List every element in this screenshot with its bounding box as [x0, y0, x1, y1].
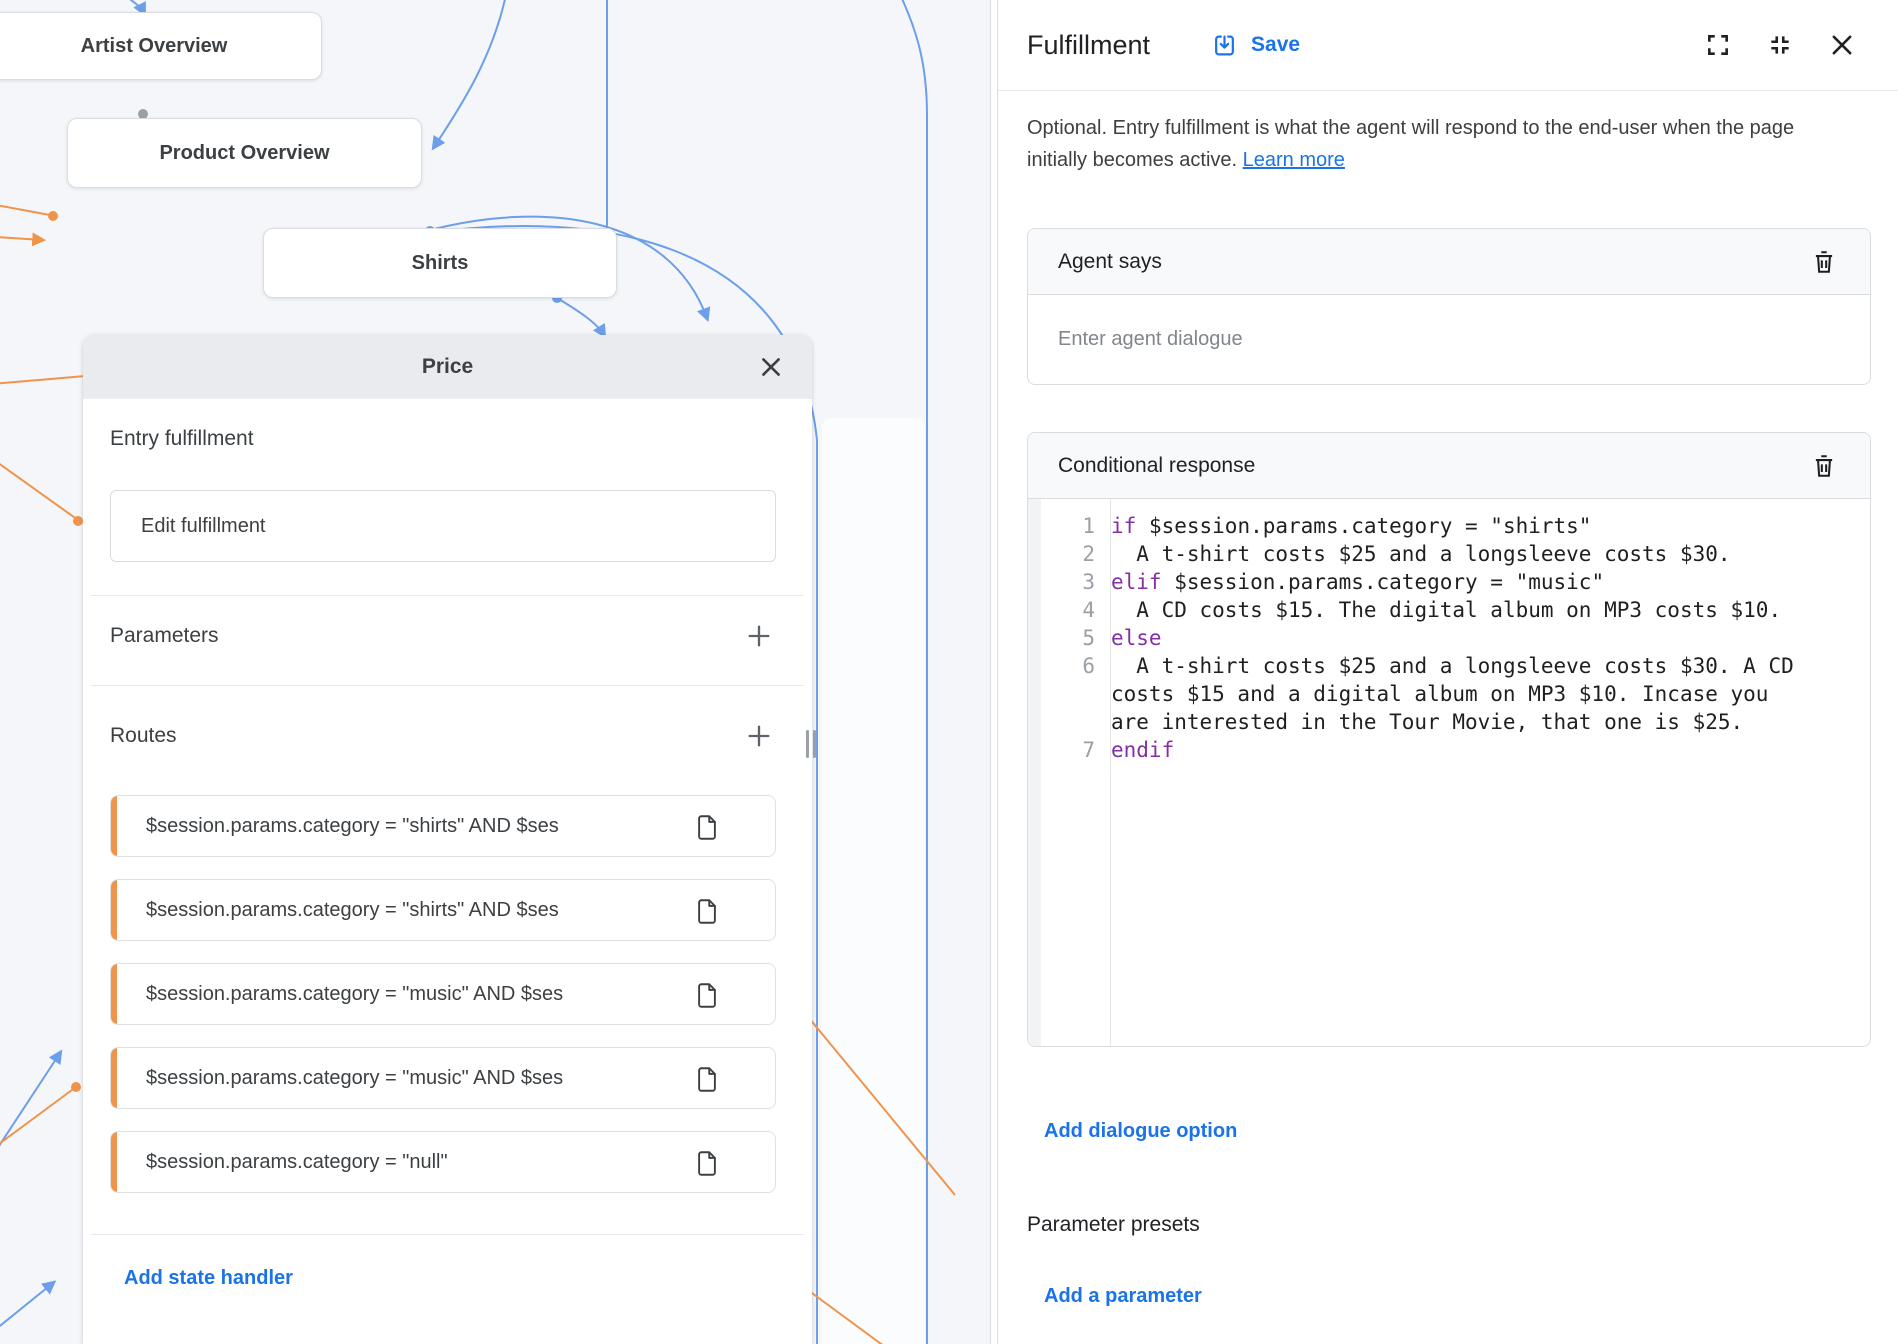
route-condition-item[interactable]: $session.params.category = "music" AND $… [110, 1047, 776, 1109]
code-line: 7endif [1028, 736, 1870, 764]
route-accent-bar [111, 880, 117, 940]
exit-fullscreen-icon[interactable] [1764, 29, 1796, 61]
code-text: endif [1111, 736, 1811, 764]
close-icon[interactable] [756, 352, 786, 382]
agent-says-body [1028, 295, 1870, 384]
route-condition-item[interactable]: $session.params.category = "music" AND $… [110, 963, 776, 1025]
panel-title: Fulfillment [1027, 30, 1150, 61]
agent-says-card: Agent says [1027, 228, 1871, 385]
learn-more-link[interactable]: Learn more [1243, 149, 1345, 171]
code-text: elif $session.params.category = "music" [1111, 568, 1811, 596]
line-number: 2 [1028, 540, 1111, 568]
node-product-overview[interactable]: Product Overview [67, 118, 422, 188]
line-number: 3 [1028, 568, 1111, 596]
route-page-icon[interactable] [695, 898, 719, 925]
route-accent-bar [111, 1048, 117, 1108]
line-number: 7 [1028, 736, 1111, 764]
close-panel-icon[interactable] [1826, 29, 1858, 61]
code-line: 3elif $session.params.category = "music" [1028, 568, 1870, 596]
route-condition-text: $session.params.category = "music" AND $… [146, 983, 674, 1006]
code-text: else [1111, 624, 1811, 652]
delete-conditional-response-icon[interactable] [1808, 450, 1840, 482]
line-number: 5 [1028, 624, 1111, 652]
code-text: A t-shirt costs $25 and a longsleeve cos… [1111, 540, 1811, 568]
route-page-icon[interactable] [695, 1066, 719, 1093]
route-condition-text: $session.params.category = "shirts" AND … [146, 815, 674, 838]
node-label: Artist Overview [81, 35, 228, 58]
description-text: Optional. Entry fulfillment is what the … [1027, 117, 1794, 171]
route-condition-text: $session.params.category = "music" AND $… [146, 1067, 674, 1090]
agent-says-header: Agent says [1028, 229, 1870, 295]
condition-code-editor[interactable]: 1if $session.params.category = "shirts"2… [1028, 499, 1870, 1046]
edit-fulfillment-button[interactable]: Edit fulfillment [110, 490, 776, 562]
save-icon [1212, 33, 1237, 58]
code-line: 4 A CD costs $15. The digital album on M… [1028, 596, 1870, 624]
add-a-parameter-link[interactable]: Add a parameter [1044, 1285, 1202, 1308]
code-lines: 1if $session.params.category = "shirts"2… [1028, 512, 1870, 764]
parameters-heading: Parameters [110, 624, 219, 648]
node-shirts[interactable]: Shirts [263, 228, 617, 298]
entry-fulfillment-heading: Entry fulfillment [110, 399, 776, 451]
save-button[interactable]: Save [1212, 33, 1300, 58]
panel-resize-handle[interactable] [806, 730, 816, 758]
fullscreen-icon[interactable] [1702, 29, 1734, 61]
panel-description: Optional. Entry fulfillment is what the … [1027, 112, 1797, 176]
line-number: 1 [1028, 512, 1111, 540]
route-page-icon[interactable] [695, 982, 719, 1009]
code-text: A t-shirt costs $25 and a longsleeve cos… [1111, 652, 1811, 736]
add-route-icon[interactable] [742, 719, 776, 753]
save-label: Save [1251, 33, 1300, 57]
delete-agent-says-icon[interactable] [1808, 246, 1840, 278]
route-page-icon[interactable] [695, 814, 719, 841]
routes-heading: Routes [110, 724, 177, 748]
price-panel-title: Price [422, 355, 473, 379]
node-label: Shirts [412, 252, 469, 275]
route-condition-text: $session.params.category = "null" [146, 1151, 674, 1174]
line-number: 6 [1028, 652, 1111, 736]
parameter-presets-heading: Parameter presets [1027, 1213, 1871, 1237]
code-text: A CD costs $15. The digital album on MP3… [1111, 596, 1811, 624]
divider [91, 1234, 804, 1235]
route-accent-bar [111, 1132, 117, 1192]
code-line: 1if $session.params.category = "shirts" [1028, 512, 1870, 540]
conditional-response-card: Conditional response 1if $session.params… [1027, 432, 1871, 1047]
fulfillment-panel: Fulfillment Save [998, 0, 1898, 1344]
add-state-handler-link[interactable]: Add state handler [124, 1267, 293, 1290]
flow-canvas[interactable]: Artist Overview Product Overview Shirts … [0, 0, 990, 1344]
divider [91, 595, 804, 596]
conditional-response-title: Conditional response [1058, 454, 1255, 478]
code-line: 5else [1028, 624, 1870, 652]
add-dialogue-option-link[interactable]: Add dialogue option [1044, 1120, 1237, 1143]
code-line: 2 A t-shirt costs $25 and a longsleeve c… [1028, 540, 1870, 568]
agent-says-title: Agent says [1058, 250, 1162, 274]
price-node-panel: Price Entry fulfillment Edit fulfillment… [83, 335, 812, 1344]
code-line: 6 A t-shirt costs $25 and a longsleeve c… [1028, 652, 1870, 736]
canvas-panel-splitter[interactable] [990, 0, 998, 1344]
route-page-icon[interactable] [695, 1150, 719, 1177]
agent-dialogue-input[interactable] [1058, 328, 1840, 351]
line-number: 4 [1028, 596, 1111, 624]
routes-list: $session.params.category = "shirts" AND … [110, 795, 776, 1193]
price-panel-header: Price [83, 335, 812, 399]
divider [91, 685, 804, 686]
code-text: if $session.params.category = "shirts" [1111, 512, 1811, 540]
route-accent-bar [111, 964, 117, 1024]
route-condition-item[interactable]: $session.params.category = "shirts" AND … [110, 879, 776, 941]
route-accent-bar [111, 796, 117, 856]
dialogflow-builder: Artist Overview Product Overview Shirts … [0, 0, 1898, 1344]
conditional-response-header: Conditional response [1028, 433, 1870, 499]
node-label: Product Overview [159, 142, 329, 165]
route-condition-item[interactable]: $session.params.category = "null" [110, 1131, 776, 1193]
add-parameter-icon[interactable] [742, 619, 776, 653]
node-artist-overview[interactable]: Artist Overview [0, 12, 322, 80]
route-condition-text: $session.params.category = "shirts" AND … [146, 899, 674, 922]
route-condition-item[interactable]: $session.params.category = "shirts" AND … [110, 795, 776, 857]
fulfillment-panel-header: Fulfillment Save [998, 0, 1898, 91]
